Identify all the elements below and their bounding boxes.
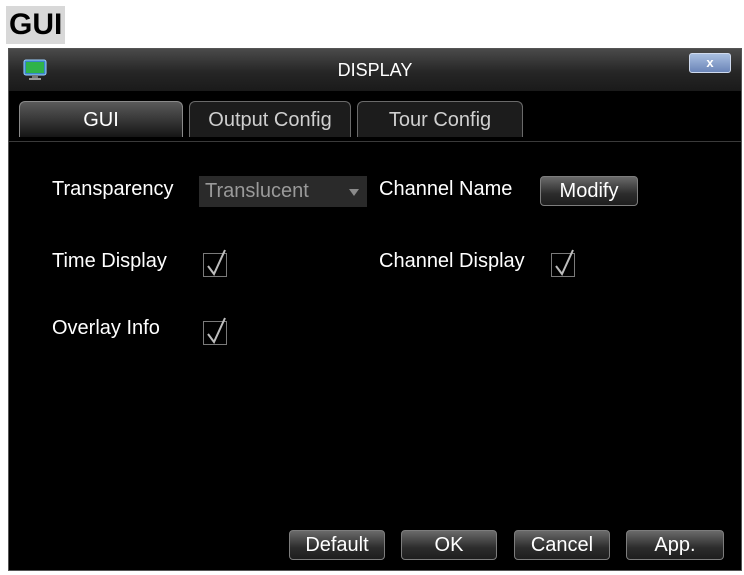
channel-display-checkbox[interactable]: [551, 249, 575, 277]
display-dialog: DISPLAY x GUI Output Config Tour Config …: [8, 48, 742, 571]
apply-button[interactable]: App.: [626, 530, 724, 560]
time-display-checkbox[interactable]: [203, 249, 227, 277]
title-bar[interactable]: DISPLAY x: [9, 49, 741, 91]
ok-button[interactable]: OK: [401, 530, 497, 560]
transparency-select[interactable]: Translucent: [199, 176, 367, 207]
page: GUI DISPLAY x GUI Output Config Tour Con…: [0, 0, 744, 575]
tab-gui[interactable]: GUI: [19, 101, 183, 137]
transparency-value: Translucent: [205, 180, 309, 202]
chevron-down-icon: [349, 189, 359, 196]
check-icon: [555, 249, 574, 276]
close-icon: x: [706, 55, 714, 70]
modify-button[interactable]: Modify: [540, 176, 638, 206]
transparency-label: Transparency: [52, 178, 174, 200]
tab-bar: GUI Output Config Tour Config: [9, 99, 741, 142]
page-heading: GUI: [6, 6, 66, 44]
channel-display-label: Channel Display: [379, 250, 525, 272]
channel-name-label: Channel Name: [379, 178, 513, 200]
tab-output-config[interactable]: Output Config: [189, 101, 351, 137]
dialog-title: DISPLAY: [337, 60, 413, 80]
check-icon: [207, 249, 226, 276]
close-button[interactable]: x: [689, 53, 731, 73]
default-button[interactable]: Default: [289, 530, 385, 560]
time-display-label: Time Display: [52, 250, 167, 272]
overlay-info-checkbox[interactable]: [203, 317, 227, 345]
tab-tour-config[interactable]: Tour Config: [357, 101, 523, 137]
check-icon: [207, 317, 226, 344]
overlay-info-label: Overlay Info: [52, 317, 160, 339]
cancel-button[interactable]: Cancel: [514, 530, 610, 560]
